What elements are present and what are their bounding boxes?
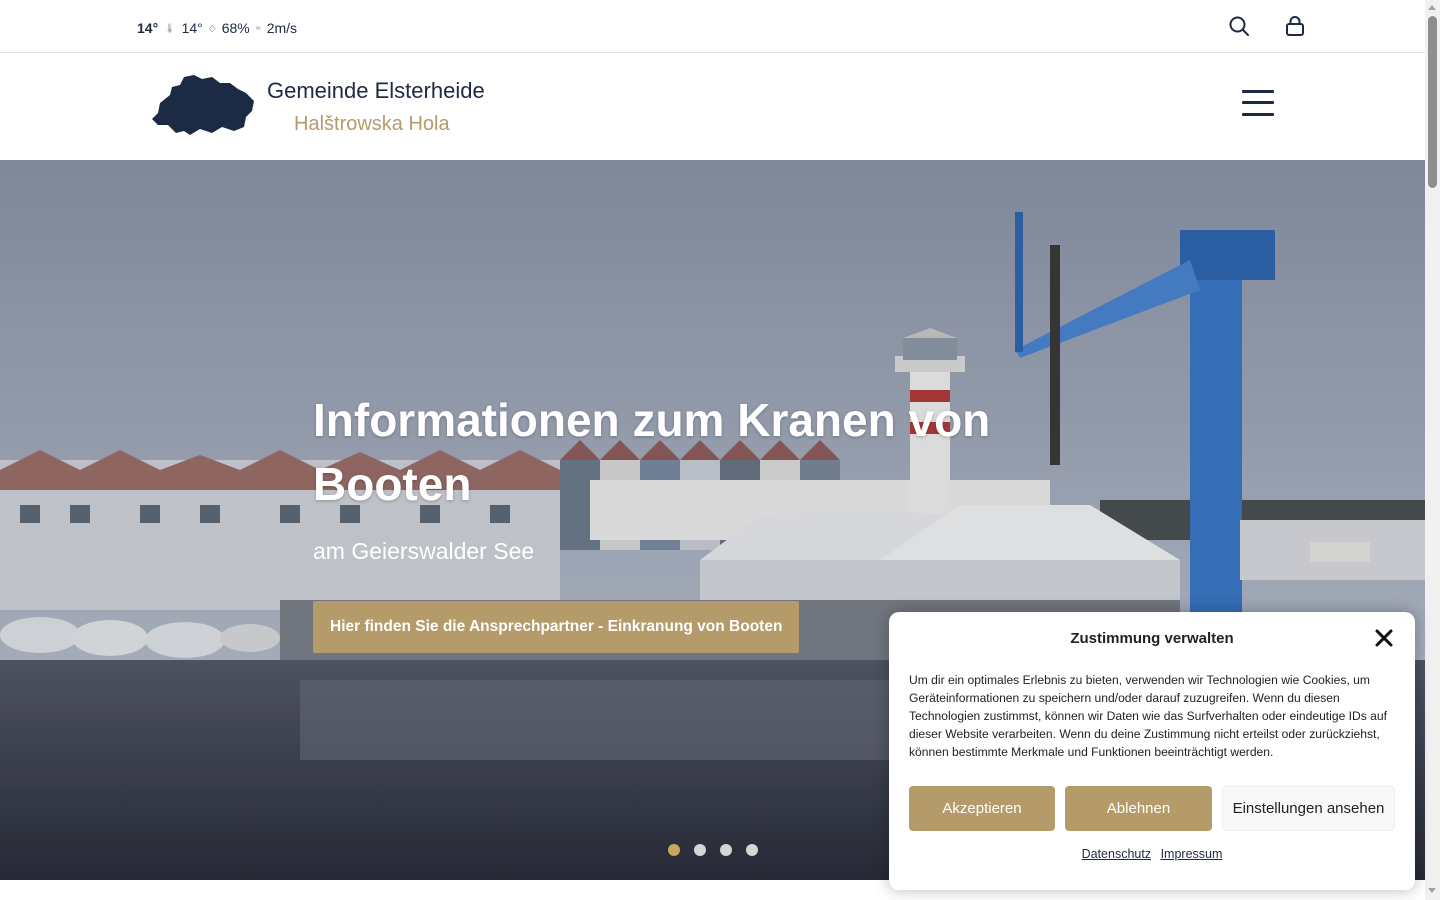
- weather-wind: 2m/s: [266, 20, 298, 36]
- cookie-consent-dialog: Zustimmung verwalten Um dir ein optimale…: [889, 612, 1415, 890]
- close-icon[interactable]: [1375, 629, 1393, 647]
- view-settings-button[interactable]: Einstellungen ansehen: [1222, 786, 1395, 831]
- slider-pagination: [668, 844, 758, 856]
- cookie-dialog-title: Zustimmung verwalten: [1070, 630, 1234, 647]
- scroll-down-arrow-icon[interactable]: [1428, 888, 1436, 893]
- accept-button[interactable]: Akzeptieren: [909, 786, 1055, 831]
- page-scrollbar[interactable]: [1425, 0, 1440, 900]
- weather-widget: 14° 🌡︎ 14° ◇ 68% ≈ 2m/s: [137, 20, 297, 36]
- lock-icon[interactable]: [1284, 15, 1306, 37]
- site-title[interactable]: Gemeinde Elsterheide: [267, 78, 485, 104]
- hamburger-menu-icon[interactable]: [1242, 90, 1274, 116]
- site-subtitle: Halštrowska Hola: [294, 113, 450, 135]
- deny-button[interactable]: Ablehnen: [1065, 786, 1212, 831]
- cookie-dialog-links: Datenschutz Impressum: [889, 847, 1415, 861]
- hero-title: Informationen zum Kranen von Booten: [313, 394, 991, 510]
- site-header: Gemeinde Elsterheide Halštrowska Hola: [0, 53, 1425, 160]
- scroll-up-arrow-icon[interactable]: [1428, 5, 1436, 10]
- weather-feels-like: 14°: [181, 20, 203, 36]
- slide-dot-2[interactable]: [694, 844, 706, 856]
- scrollbar-thumb[interactable]: [1428, 16, 1437, 188]
- top-bar: 14° 🌡︎ 14° ◇ 68% ≈ 2m/s: [0, 0, 1425, 53]
- search-icon[interactable]: [1228, 15, 1250, 37]
- privacy-link[interactable]: Datenschutz: [1082, 847, 1151, 861]
- slide-dot-4[interactable]: [746, 844, 758, 856]
- imprint-link[interactable]: Impressum: [1161, 847, 1223, 861]
- droplet-icon: ◇: [208, 22, 216, 33]
- hero-subtitle: am Geierswalder See: [313, 538, 535, 564]
- weather-humidity: 68%: [221, 20, 250, 36]
- wind-icon: ≈: [255, 23, 261, 33]
- thermometer-icon: 🌡︎: [164, 22, 176, 33]
- weather-temp: 14°: [137, 20, 159, 36]
- hero-cta-button[interactable]: Hier finden Sie die Ansprechpartner - Ei…: [313, 601, 800, 653]
- cookie-dialog-text: Um dir ein optimales Erlebnis zu bieten,…: [909, 673, 1387, 759]
- slide-dot-1[interactable]: [668, 844, 680, 856]
- municipality-map-logo[interactable]: [150, 73, 256, 137]
- slide-dot-3[interactable]: [720, 844, 732, 856]
